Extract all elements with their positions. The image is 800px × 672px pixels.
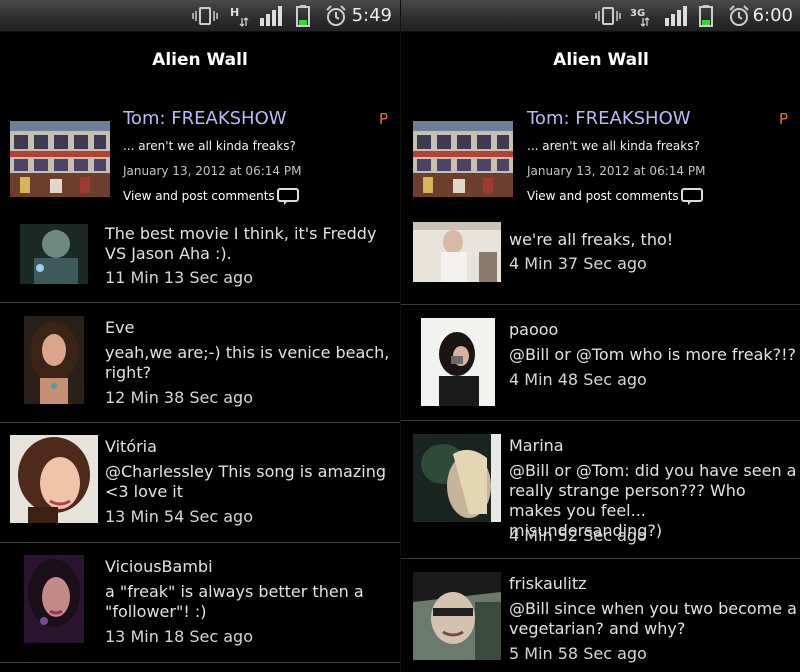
avatar[interactable] [24,555,84,643]
comment-line: @Bill since when you two become a [509,599,797,618]
comment-author[interactable]: Vitória [105,437,157,456]
alarm-icon [324,4,348,28]
comment-text: @Charlessley This song is amazing <3 lov… [105,462,386,502]
comment-author[interactable]: Marina [509,436,564,455]
comment-time: 5 Min 58 Sec ago [509,644,647,663]
network-3g-icon: 3G [629,4,653,28]
vibrate-icon [595,4,621,28]
post-thumbnail[interactable] [413,121,513,197]
status-bar: H 5:49 [0,0,400,32]
comment-line: vegetarian? and why? [509,619,686,638]
comment-text: we're all freaks, tho! [509,230,673,250]
comment-time: 4 Min 37 Sec ago [509,254,647,273]
signal-icon [258,4,284,28]
comment-line: @Charlessley This song is amazing [105,462,386,481]
comment-line: we're all freaks, tho! [509,230,674,249]
page-title: Alien Wall [152,50,248,70]
divider [0,422,400,423]
view-comments-link[interactable]: View and post comments [527,189,679,203]
comment-time: 12 Min 38 Sec ago [105,388,253,407]
divider [401,558,800,559]
phone-screen-left: H 5:49 Alien Wall Tom: FREAKSHOW P ... a… [0,0,400,672]
avatar[interactable] [10,435,98,523]
status-bar: 3G 6:00 [401,0,800,32]
network-h-icon: H [228,4,250,28]
comment-author[interactable]: ViciousBambi [105,557,213,576]
comment-line: right? [105,363,152,382]
comment-author[interactable]: Eve [105,318,134,337]
post-badge: P [778,110,788,128]
comment-text: The best movie I think, it's Freddy VS J… [105,224,376,264]
post-text: ... aren't we all kinda freaks? [527,139,700,153]
network-label: 3G [630,8,645,19]
post-author[interactable]: Tom: FREAKSHOW [123,108,287,129]
comment-text: @Bill or @Tom who is more freak?!? [509,345,796,365]
comment-text: @Bill since when you two become a vegeta… [509,599,797,639]
comment-line: "follower"! :) [105,602,207,621]
divider [0,302,400,303]
comment-time: 11 Min 13 Sec ago [105,268,253,287]
comment-line: @Bill or @Tom who is more freak?!? [509,345,797,364]
phone-screen-right: 3G 6:00 Alien Wall Tom: FREAKSHOW P ... … [400,0,800,672]
comment-line: The best movie I think, it's Freddy [105,224,377,243]
comment-text: yeah,we are;-) this is venice beach, rig… [105,343,389,383]
comment-line: really strange person??? Who [509,481,746,500]
avatar[interactable] [24,316,84,404]
comment-author[interactable]: friskaulitz [509,574,586,593]
post-date: January 13, 2012 at 06:14 PM [527,164,706,178]
avatar[interactable] [413,434,501,522]
comment-time: 13 Min 18 Sec ago [105,627,253,646]
post-author[interactable]: Tom: FREAKSHOW [527,108,691,129]
avatar[interactable] [421,318,495,406]
vibrate-icon [192,4,218,28]
divider [0,542,400,543]
comment-author[interactable]: paooo [509,320,558,339]
comment-time: 4 Min 48 Sec ago [509,370,647,389]
comment-line: a "freak" is always better then a [105,582,364,601]
post-badge: P [378,110,388,128]
page-title: Alien Wall [553,50,649,70]
comment-bubble-icon[interactable] [277,188,299,206]
battery-icon [296,4,310,28]
comment-line: yeah,we are;-) this is venice beach, [105,343,390,362]
comment-line: @Bill or @Tom: did you have seen a [509,461,797,480]
avatar[interactable] [20,224,88,284]
post-thumbnail[interactable] [10,121,110,197]
comment-line: <3 love it [105,482,184,501]
post-text: ... aren't we all kinda freaks? [123,139,296,153]
post-date: January 13, 2012 at 06:14 PM [123,164,302,178]
alarm-icon [727,4,751,28]
divider [0,662,400,663]
comment-line: VS Jason Aha :). [105,244,232,263]
avatar[interactable] [413,572,501,660]
battery-icon [699,4,713,28]
comment-text: a "freak" is always better then a "follo… [105,582,364,622]
comment-time: 13 Min 54 Sec ago [105,507,253,526]
clock-time: 6:00 [752,5,793,26]
comment-time: 4 Min 52 Sec ago [509,526,647,545]
avatar[interactable] [413,222,501,282]
clock-time: 5:49 [351,5,392,26]
network-label: H [230,6,239,19]
signal-icon [663,4,689,28]
divider [401,304,800,305]
comment-bubble-icon[interactable] [681,188,703,206]
divider [401,420,800,421]
view-comments-link[interactable]: View and post comments [123,189,275,203]
